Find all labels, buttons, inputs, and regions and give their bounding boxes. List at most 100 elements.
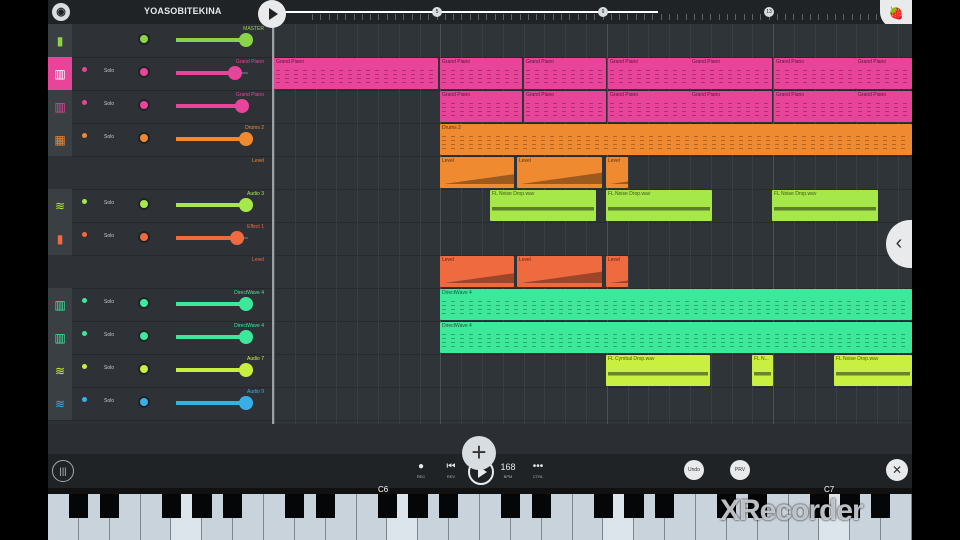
undo-button[interactable]: Undo <box>684 460 704 480</box>
pattern-clip[interactable]: Grand Piano <box>856 91 912 122</box>
black-key[interactable] <box>408 494 428 518</box>
mute-dot[interactable] <box>82 364 87 369</box>
timeline-ruler[interactable]: 5 9 13 <box>272 0 912 24</box>
volume-slider-thumb[interactable] <box>238 363 253 377</box>
solo-button[interactable]: Solo <box>104 200 114 206</box>
rewind-button[interactable]: ⏮ REV <box>444 460 458 479</box>
black-key[interactable] <box>439 494 459 518</box>
mixer-track-row[interactable]: Level <box>48 156 272 190</box>
black-key[interactable] <box>99 494 119 518</box>
playlist-arrangement[interactable]: Grand Piano Grand Piano Grand Piano Grand P… <box>274 24 912 424</box>
pattern-clip[interactable]: FL N... <box>752 355 773 386</box>
volume-slider-thumb[interactable] <box>228 66 243 80</box>
mute-dot[interactable] <box>82 133 87 138</box>
volume-slider-thumb[interactable] <box>238 396 253 410</box>
pattern-clip[interactable]: Grand Piano <box>440 91 522 122</box>
mixer-track-row[interactable]: ▦ Solo Drums 2 <box>48 123 272 157</box>
piano-roll-button[interactable]: ||| <box>52 460 74 482</box>
pattern-clip[interactable]: Grand Piano <box>524 91 606 122</box>
pattern-clip[interactable]: FL Noise Drop.wav <box>490 190 596 221</box>
mute-dot[interactable] <box>82 100 87 105</box>
black-key[interactable] <box>223 494 243 518</box>
volume-slider-thumb[interactable] <box>238 132 253 146</box>
pattern-clip[interactable]: FL Noise Drop.wav <box>834 355 912 386</box>
drum-pad-icon[interactable]: ▦ <box>48 123 72 156</box>
mixer-track-row[interactable]: ≋ Solo Audio 3 <box>48 189 272 223</box>
bar-marker[interactable]: 13 <box>764 7 774 17</box>
solo-button[interactable]: Solo <box>104 101 114 107</box>
solo-button[interactable]: Solo <box>104 68 114 74</box>
mixer-track-row[interactable]: ≋ Solo Audio 9 <box>48 387 272 421</box>
pattern-clip[interactable]: Grand Piano <box>608 58 690 89</box>
volume-slider-thumb[interactable] <box>235 99 250 113</box>
mute-dot[interactable] <box>82 232 87 237</box>
black-key[interactable] <box>284 494 305 518</box>
pattern-clip[interactable]: Grand Piano <box>440 58 522 89</box>
piano-icon[interactable]: ▥ <box>48 90 72 123</box>
play-icon[interactable] <box>258 0 286 28</box>
solo-button[interactable]: Solo <box>104 365 114 371</box>
black-key[interactable] <box>531 494 551 518</box>
pattern-clip[interactable]: Grand Piano <box>856 58 912 89</box>
black-key[interactable] <box>377 494 397 518</box>
pattern-clip[interactable]: DirectWave 4 <box>440 289 912 320</box>
mixer-track-row[interactable]: ▥ Solo Grand Piano <box>48 57 272 91</box>
mixer-track-row[interactable]: ▮ MASTER <box>48 24 272 58</box>
pattern-clip[interactable]: Grand Piano <box>608 91 690 122</box>
volume-slider-thumb[interactable] <box>238 198 253 212</box>
pattern-clip[interactable]: FL Noise Drop.wav <box>772 190 878 221</box>
black-key[interactable] <box>68 494 89 518</box>
volume-slider-thumb[interactable] <box>238 33 253 47</box>
mixer-track-row[interactable]: Level <box>48 255 272 289</box>
playlist-track-lane[interactable] <box>274 387 912 421</box>
mixer-track-row[interactable]: ▮ Solo Effect 1 <box>48 222 272 256</box>
black-key[interactable] <box>192 494 212 518</box>
black-key[interactable] <box>315 494 335 518</box>
mixer-track-row[interactable]: ▥ Solo DirectWave 4 <box>48 288 272 322</box>
volume-slider-thumb[interactable] <box>230 231 245 245</box>
mute-dot[interactable] <box>82 199 87 204</box>
pattern-clip[interactable]: Grand Piano <box>524 58 606 89</box>
pattern-clip[interactable]: Level <box>606 256 628 287</box>
solo-button[interactable]: Solo <box>104 134 114 140</box>
ctrl-button[interactable]: ••• CTRL <box>528 460 548 479</box>
bar-marker[interactable]: 9 <box>598 7 608 17</box>
mixer-track-row[interactable]: ≋ Solo Audio 7 <box>48 354 272 388</box>
pattern-clip[interactable]: Drums 2 <box>440 124 912 155</box>
playlist-track-lane[interactable] <box>274 222 912 256</box>
playlist-track-lane[interactable] <box>274 354 912 388</box>
black-key[interactable] <box>624 494 644 518</box>
audio-wave-icon[interactable]: ≋ <box>48 387 72 420</box>
pattern-clip[interactable]: DirectWave 4 <box>440 322 912 353</box>
pattern-clip[interactable]: Level <box>517 157 602 188</box>
black-key[interactable] <box>161 494 181 518</box>
solo-button[interactable]: Solo <box>104 233 114 239</box>
mixer-bars-icon[interactable]: ▮ <box>48 24 72 57</box>
effect-bars-icon[interactable]: ▮ <box>48 222 72 255</box>
mute-dot[interactable] <box>82 67 87 72</box>
pattern-clip[interactable]: Level <box>440 256 514 287</box>
close-icon[interactable]: ✕ <box>886 459 908 481</box>
pattern-clip[interactable]: Grand Piano <box>690 58 772 89</box>
pattern-clip[interactable]: Grand Piano <box>774 58 856 89</box>
record-button[interactable]: ● REC <box>414 460 428 479</box>
pattern-clip[interactable]: Grand Piano <box>774 91 856 122</box>
pattern-clip[interactable]: Level <box>440 157 514 188</box>
mixer-track-row[interactable]: ▥ Solo DirectWave 4 <box>48 321 272 355</box>
solo-button[interactable]: Solo <box>104 398 114 404</box>
preview-button[interactable]: PRV <box>730 460 750 480</box>
fl-menu-icon[interactable]: ◉ <box>52 3 70 21</box>
playlist-track-lane[interactable] <box>274 24 912 58</box>
mute-dot[interactable] <box>82 397 87 402</box>
volume-slider-thumb[interactable] <box>238 330 253 344</box>
pattern-clip[interactable]: Grand Piano <box>274 58 438 89</box>
black-key[interactable] <box>593 494 613 518</box>
black-key[interactable] <box>500 494 521 518</box>
mute-dot[interactable] <box>82 331 87 336</box>
pattern-clip[interactable]: FL Cymbal Drop.wav <box>606 355 710 386</box>
pattern-clip[interactable]: Level <box>606 157 628 188</box>
pattern-clip[interactable]: FL Noise Drop.wav <box>606 190 712 221</box>
pattern-clip[interactable]: Grand Piano <box>690 91 772 122</box>
volume-slider-thumb[interactable] <box>238 297 253 311</box>
solo-button[interactable]: Solo <box>104 299 114 305</box>
